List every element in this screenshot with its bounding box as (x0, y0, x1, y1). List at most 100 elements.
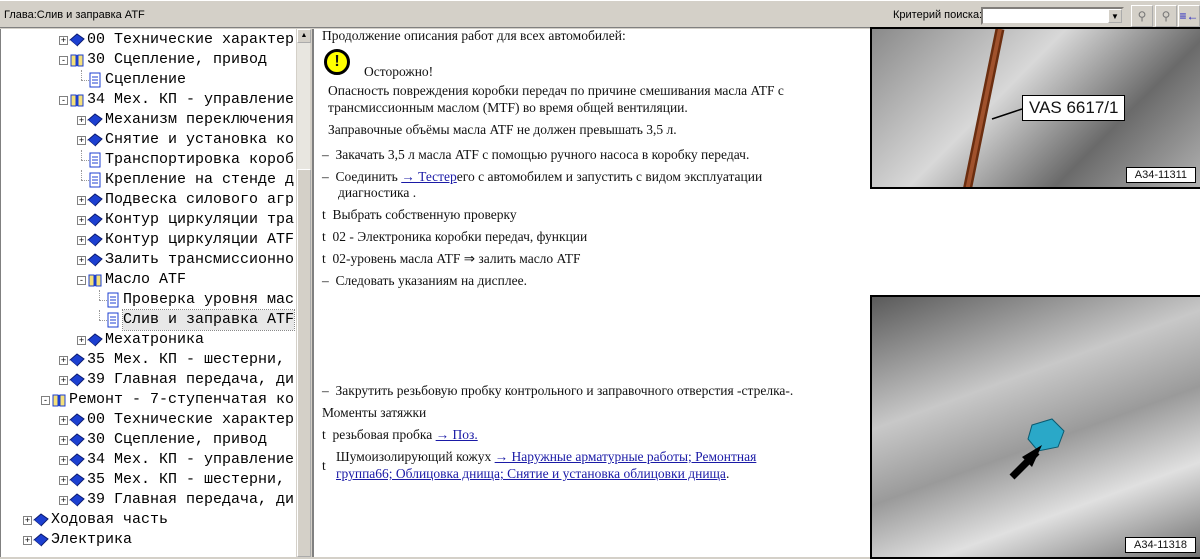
sync-toc-button[interactable]: ≡← (1178, 5, 1200, 27)
tree-item[interactable]: + Залить трансмиссионно (1, 250, 296, 270)
tree-item[interactable]: +34 Мех. КП - управление (1, 450, 296, 470)
figure-label: A34-11318 (1124, 537, 1196, 553)
expand-icon[interactable]: + (77, 336, 86, 345)
tree-item-label: Снятие и установка ко (105, 131, 295, 148)
book-icon (87, 332, 103, 348)
book-icon (87, 252, 103, 268)
book-icon (33, 532, 49, 548)
tree-item-label: Механизм переключения (105, 111, 295, 128)
tree-item[interactable]: + Подвеска силового агр (1, 190, 296, 210)
book-icon (87, 192, 103, 208)
expand-icon[interactable]: + (77, 116, 86, 125)
tree-item[interactable]: + Мехатроника (1, 330, 296, 350)
tree-item[interactable]: + Электрика (1, 530, 296, 550)
tree-item[interactable]: Крепление на стенде д (1, 170, 296, 190)
open-book-icon (87, 272, 103, 288)
expand-icon[interactable]: + (59, 436, 68, 445)
tree-item[interactable]: + Снятие и установка ко (1, 130, 296, 150)
tree-item-label: Транспортировка короб (105, 151, 295, 168)
tree-item[interactable]: +35 Мех. КП - шестерни, (1, 350, 296, 370)
tree-item[interactable]: Слив и заправка ATF (1, 309, 296, 331)
open-book-icon (69, 52, 85, 68)
expand-icon[interactable]: + (59, 376, 68, 385)
tree-item[interactable]: + Контур циркуляции ATF (1, 230, 296, 250)
tree-connector (81, 70, 82, 80)
tree-item[interactable]: Сцепление (1, 70, 296, 90)
expand-icon[interactable]: + (59, 356, 68, 365)
step-1: – Закачать 3,5 л масла ATF с помощью руч… (322, 147, 750, 162)
book-icon (87, 132, 103, 148)
book-icon (87, 112, 103, 128)
expand-icon[interactable]: + (77, 216, 86, 225)
tree-item-label: Ходовая часть (51, 511, 169, 528)
collapse-icon[interactable]: - (59, 96, 68, 105)
expand-icon[interactable]: + (59, 496, 68, 505)
figure-label: A34-11311 (1125, 167, 1196, 183)
tree-item-label: Сцепление (105, 71, 187, 88)
expand-icon[interactable]: + (59, 456, 68, 465)
expand-icon[interactable]: + (59, 36, 68, 45)
book-icon (69, 32, 85, 48)
tree-item-label: Мехатроника (105, 331, 205, 348)
search-label: Критерий поиска: (893, 9, 983, 21)
expand-icon[interactable]: + (23, 536, 32, 545)
collapse-icon[interactable]: - (59, 56, 68, 65)
scroll-thumb[interactable] (297, 169, 311, 557)
tree-item[interactable]: - Масло ATF (1, 270, 296, 290)
tree-item-label: 34 Мех. КП - управление (87, 451, 295, 468)
pos-link[interactable]: → Поз. (436, 427, 478, 442)
underbody-link[interactable]: → Наружные арматурные работы; Ремонтная (495, 449, 757, 464)
tree-item[interactable]: + Контур циркуляции тра (1, 210, 296, 230)
search-prev-button[interactable]: ⚲ (1131, 5, 1153, 27)
tree-item[interactable]: +39 Главная передача, ди (1, 490, 296, 510)
expand-icon[interactable]: + (23, 516, 32, 525)
book-icon (87, 212, 103, 228)
collapse-icon[interactable]: - (41, 396, 50, 405)
step-4: – Закрутить резьбовую пробку контрольног… (322, 383, 794, 398)
tree-item-label: Проверка уровня мас (123, 291, 295, 308)
tree-item[interactable]: +30 Сцепление, привод (1, 430, 296, 450)
sub-step: t 02 - Электроника коробки передач, функ… (322, 229, 588, 244)
expand-icon[interactable]: + (77, 256, 86, 265)
warning-icon: ! (324, 49, 350, 75)
search-next-button[interactable]: ⚲ (1155, 5, 1177, 27)
tree-item[interactable]: Проверка уровня мас (1, 290, 296, 310)
tool-callout: VAS 6617/1 (1022, 95, 1126, 121)
tree-item-label: Залить трансмиссионно (105, 251, 295, 268)
tester-link[interactable]: → Тестер (401, 169, 457, 184)
tree-item[interactable]: +00 Технические характер (1, 30, 296, 50)
collapse-icon[interactable]: - (77, 276, 86, 285)
tree-item[interactable]: - 30 Сцепление, привод (1, 50, 296, 70)
expand-icon[interactable]: + (59, 416, 68, 425)
tree-item[interactable]: +39 Главная передача, ди (1, 370, 296, 390)
tree-item[interactable]: - 34 Мех. КП - управление (1, 90, 296, 110)
book-icon (87, 232, 103, 248)
open-book-icon (51, 392, 67, 408)
expand-icon[interactable]: + (77, 196, 86, 205)
tree-item[interactable]: - Ремонт - 7-ступенчатая ко (1, 390, 296, 410)
page-icon (87, 172, 103, 188)
toc-tree: +00 Технические характер - 30 Сцепление, п… (0, 29, 296, 557)
scroll-up-icon[interactable]: ▲ (297, 29, 311, 43)
tree-item[interactable]: + Механизм переключения (1, 110, 296, 130)
underbody-link[interactable]: группа66; Облицовка днища; Снятие и уста… (336, 466, 726, 481)
chevron-down-icon[interactable]: ▼ (1108, 9, 1122, 23)
tree-item-label: 30 Сцепление, привод (87, 51, 268, 68)
search-combobox[interactable]: ▼ (981, 7, 1124, 25)
tree-item-label: 35 Мех. КП - шестерни, (87, 471, 286, 488)
page-icon (87, 152, 103, 168)
step-2: – Соединить → Тестерего с автомобилем и … (322, 169, 763, 184)
book-icon (69, 412, 85, 428)
tree-scrollbar[interactable]: ▲ (296, 29, 311, 557)
expand-icon[interactable]: + (77, 136, 86, 145)
tree-item[interactable]: Транспортировка короб (1, 150, 296, 170)
tree-item-label: Подвеска силового агр (105, 191, 295, 208)
tree-connector (81, 170, 82, 180)
tree-item[interactable]: +35 Мех. КП - шестерни, (1, 470, 296, 490)
step-2-cont: диагностика . (338, 185, 417, 200)
tree-item[interactable]: + Ходовая часть (1, 510, 296, 530)
book-icon (33, 512, 49, 528)
expand-icon[interactable]: + (59, 476, 68, 485)
expand-icon[interactable]: + (77, 236, 86, 245)
tree-item[interactable]: +00 Технические характер (1, 410, 296, 430)
